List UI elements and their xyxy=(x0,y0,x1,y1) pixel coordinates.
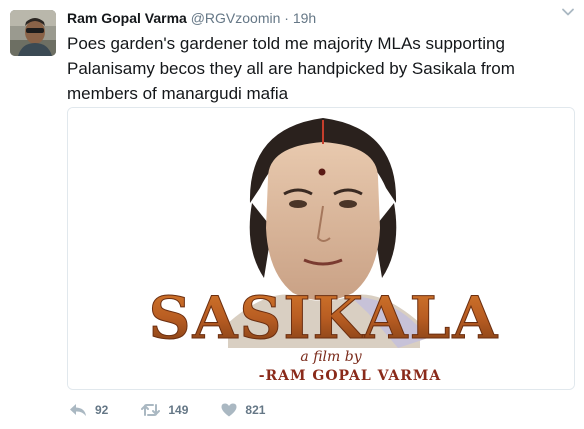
heart-icon xyxy=(221,403,237,417)
retweet-icon xyxy=(141,404,161,416)
tweet-timestamp[interactable]: 19h xyxy=(293,10,316,26)
tweet-actions: 92 149 821 xyxy=(69,401,298,419)
like-count: 821 xyxy=(245,403,266,417)
retweet-count: 149 xyxy=(168,403,189,417)
retweet-button[interactable]: 149 xyxy=(141,403,188,417)
movie-poster-image: SASIKALA a film by -RAM GOPAL VARMA xyxy=(68,108,574,389)
poster-title: SASIKALA xyxy=(149,284,500,352)
author-name[interactable]: Ram Gopal Varma xyxy=(67,10,187,26)
avatar-image xyxy=(10,10,56,56)
poster-subtitle: a film by xyxy=(300,349,362,365)
reply-count: 92 xyxy=(95,403,109,417)
poster-credit: -RAM GOPAL VARMA xyxy=(259,368,442,384)
tweet-header: Ram Gopal Varma @RGVzoomin · 19h xyxy=(67,10,316,28)
like-button[interactable]: 821 xyxy=(221,403,265,417)
reply-button[interactable]: 92 xyxy=(69,403,108,417)
tweet-media[interactable]: SASIKALA a film by -RAM GOPAL VARMA xyxy=(67,107,575,390)
author-handle[interactable]: @RGVzoomin xyxy=(191,10,281,26)
avatar[interactable] xyxy=(10,10,56,56)
separator-dot: · xyxy=(284,10,289,26)
chevron-down-icon[interactable] xyxy=(560,4,576,20)
reply-icon xyxy=(70,404,86,416)
tweet-text: Poes garden's gardener told me majority … xyxy=(67,34,515,103)
